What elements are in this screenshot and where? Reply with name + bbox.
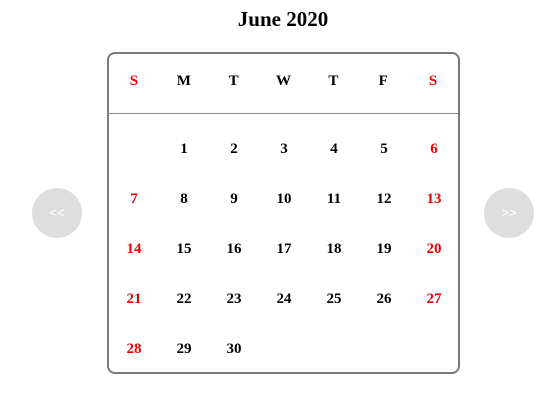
day-cell[interactable]: 14 <box>109 224 159 274</box>
day-cell[interactable]: 11 <box>309 174 359 224</box>
day-cell[interactable]: 8 <box>159 174 209 224</box>
day-cell[interactable]: 7 <box>109 174 159 224</box>
day-cell[interactable]: 1 <box>159 124 209 174</box>
day-cell[interactable]: 6 <box>409 124 459 174</box>
day-cell[interactable]: 4 <box>309 124 359 174</box>
day-cell[interactable]: 16 <box>209 224 259 274</box>
day-cell[interactable]: 3 <box>259 124 309 174</box>
day-cell[interactable]: 18 <box>309 224 359 274</box>
day-cell[interactable]: 5 <box>359 124 409 174</box>
weekday-label: T <box>228 73 239 89</box>
weekday-label: W <box>276 73 291 89</box>
weekday-label: F <box>378 73 388 89</box>
day-cell[interactable]: 22 <box>159 274 209 324</box>
day-cell[interactable]: 10 <box>259 174 309 224</box>
weekday-label: S <box>428 73 438 89</box>
day-cell[interactable]: 25 <box>309 274 359 324</box>
calendar-page: June 2020 << >> SMTWTFS 1 2 3 4 5 6 7 8 9 10 11 12 1… <box>0 0 555 406</box>
previous-month-button[interactable]: << <box>32 188 82 238</box>
weekday-label: S <box>129 73 139 89</box>
day-cell[interactable]: 27 <box>409 274 459 324</box>
days-grid: 1 2 3 4 5 6 7 8 9 10 11 12 13 14 15 16 17 18 19 20 21 22 23 24 2… <box>109 124 458 374</box>
day-cell[interactable]: 29 <box>159 324 209 374</box>
day-cell[interactable]: 21 <box>109 274 159 324</box>
day-cell[interactable]: 17 <box>259 224 309 274</box>
day-cell[interactable]: 20 <box>409 224 459 274</box>
weekday-label: T <box>328 73 339 89</box>
day-cell[interactable]: 12 <box>359 174 409 224</box>
weekday-label: M <box>176 73 191 89</box>
day-cell[interactable]: 2 <box>209 124 259 174</box>
day-cell[interactable]: 19 <box>359 224 409 274</box>
empty-day-cell <box>109 124 159 174</box>
day-cell[interactable]: 30 <box>209 324 259 374</box>
day-cell[interactable]: 24 <box>259 274 309 324</box>
day-cell[interactable]: 15 <box>159 224 209 274</box>
day-cell[interactable]: 13 <box>409 174 459 224</box>
next-month-button[interactable]: >> <box>484 188 534 238</box>
weekday-header: SMTWTFS <box>109 54 458 114</box>
month-title: June 2020 <box>237 7 329 31</box>
day-cell[interactable]: 23 <box>209 274 259 324</box>
calendar-panel: SMTWTFS 1 2 3 4 5 6 7 8 9 10 11 12 13 14 15 16 17 18 19 20 2… <box>107 52 460 374</box>
day-cell[interactable]: 26 <box>359 274 409 324</box>
day-cell[interactable]: 28 <box>109 324 159 374</box>
day-cell[interactable]: 9 <box>209 174 259 224</box>
